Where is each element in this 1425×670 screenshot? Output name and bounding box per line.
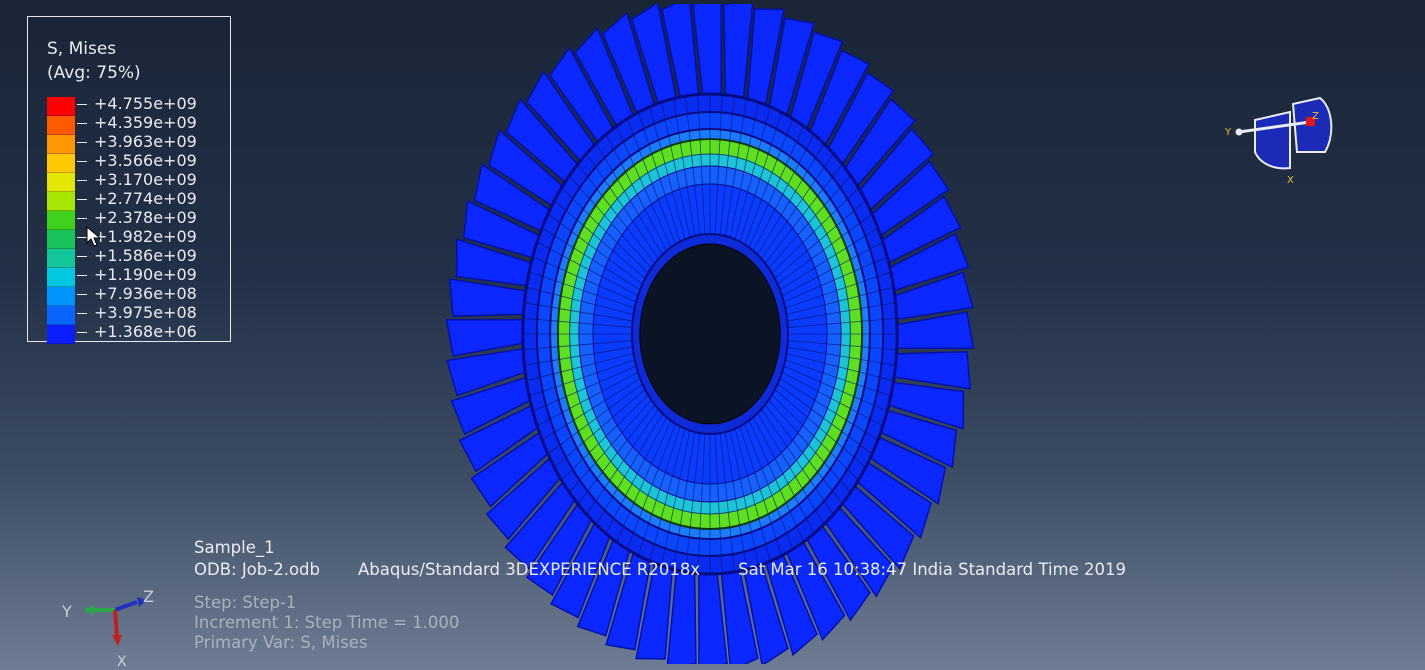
contour-legend: S, Mises (Avg: 75%) +4.755e+09 +4.359e+09… xyxy=(27,16,231,344)
viewport[interactable]: S, Mises (Avg: 75%) +4.755e+09 +4.359e+09… xyxy=(0,0,1425,670)
legend-value: +3.170e+09 xyxy=(94,170,197,189)
model-name: Sample_1 xyxy=(194,538,275,557)
legend-swatch xyxy=(47,325,75,344)
triad-y-label: Y xyxy=(61,602,72,621)
legend-swatch xyxy=(47,116,75,135)
solver-version: Abaqus/Standard 3DEXPERIENCE R2018x xyxy=(358,560,701,579)
legend-swatch xyxy=(47,97,75,116)
legend-value: +7.936e+08 xyxy=(94,284,197,303)
legend-swatch xyxy=(47,135,75,154)
timestamp: Sat Mar 16 10:38:47 India Standard Time … xyxy=(738,560,1127,579)
primary-var-info: Primary Var: S, Mises xyxy=(194,633,368,652)
legend-swatch xyxy=(47,211,75,230)
legend-swatch xyxy=(47,154,75,173)
legend-swatch xyxy=(47,230,75,249)
step-info: Step: Step-1 xyxy=(194,593,297,612)
legend-swatch xyxy=(47,268,75,287)
view-cube[interactable]: Y Z X xyxy=(1215,90,1345,190)
cube-y-label: Y xyxy=(1224,127,1232,138)
legend-color-bar xyxy=(47,97,75,344)
legend-swatch xyxy=(47,249,75,268)
cube-z-label: Z xyxy=(1312,111,1319,122)
legend-value: +4.755e+09 xyxy=(94,94,197,113)
legend-value: +3.975e+08 xyxy=(94,303,197,322)
odb-file: ODB: Job-2.odb xyxy=(194,560,320,579)
legend-value: +1.982e+09 xyxy=(94,227,197,246)
legend-swatch xyxy=(47,192,75,211)
legend-swatch xyxy=(47,306,75,325)
coordinate-triad: Z Y X xyxy=(61,587,154,670)
legend-value: +1.586e+09 xyxy=(94,246,197,265)
legend-value: +3.963e+09 xyxy=(94,132,197,151)
legend-value: +4.359e+09 xyxy=(94,113,197,132)
triad-x-label: X xyxy=(117,654,127,670)
legend-swatch xyxy=(47,173,75,192)
center-bore xyxy=(639,243,781,425)
increment-info: Increment 1: Step Time = 1.000 xyxy=(194,613,460,632)
legend-title: S, Mises xyxy=(47,39,117,59)
legend-value: +1.368e+06 xyxy=(94,322,197,341)
legend-value: +3.566e+09 xyxy=(94,151,197,170)
mouse-cursor-icon xyxy=(86,226,102,247)
triad-z-label: Z xyxy=(143,587,154,606)
legend-value: +2.774e+09 xyxy=(94,189,197,208)
odb-info: ODB: Job-2.odb Abaqus/Standard 3DEXPERIEN… xyxy=(194,560,1164,579)
legend-value: +2.378e+09 xyxy=(94,208,197,227)
legend-subtitle: (Avg: 75%) xyxy=(47,63,141,83)
cube-x-label: X xyxy=(1287,175,1294,186)
legend-value: +1.190e+09 xyxy=(94,265,197,284)
legend-swatch xyxy=(47,287,75,306)
